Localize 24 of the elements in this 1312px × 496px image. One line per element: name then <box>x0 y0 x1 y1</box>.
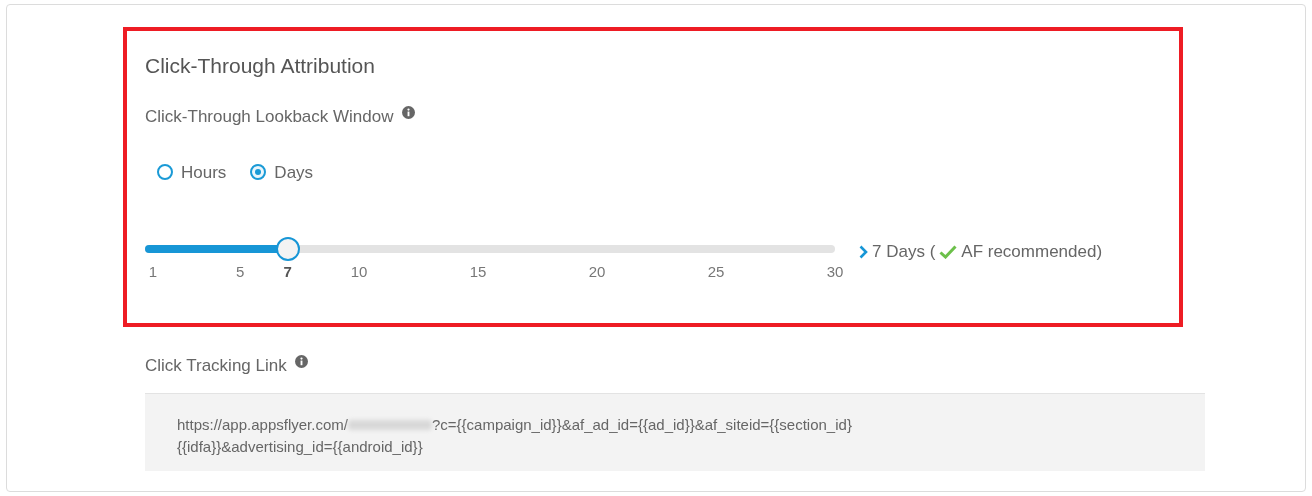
recommendation-note: AF recommended) <box>961 241 1103 263</box>
chevron-right-icon <box>859 244 868 259</box>
tick-label: 5 <box>236 262 245 282</box>
tick-label: 25 <box>707 262 725 282</box>
tick-label: 20 <box>588 262 606 282</box>
slider-thumb[interactable] <box>275 237 300 261</box>
tick-label: 7 <box>283 262 292 282</box>
link-text: ?c={{campaign_id}}&af_ad_id={{ad_id}}&af_siteid={{section_id} <box>431 414 852 435</box>
tracking-link-field[interactable]: https://app.appsflyer.com/ ?c={{campaign_id}}&af_ad_id={{ad_id}}&af_siteid={{section_id} {{idfa}}&advertising_id={{android_id}} <box>145 392 1205 471</box>
link-text: {{idfa}}&advertising_id={{android_id}} <box>177 437 423 455</box>
checkmark-icon <box>939 244 958 259</box>
link-text: https://app.appsflyer.com/ <box>177 414 348 435</box>
field-label: Click-Through Lookback Window <box>145 106 394 128</box>
info-icon[interactable] <box>294 355 308 369</box>
tick-label: 1 <box>148 262 158 282</box>
field-label: Click Tracking Link <box>145 355 287 377</box>
tick-label: 10 <box>350 262 368 282</box>
section-title: Click-Through Attribution <box>145 55 376 76</box>
radio-option[interactable]: Days <box>250 159 314 185</box>
info-icon[interactable] <box>401 106 415 120</box>
radio-option[interactable]: Hours <box>157 159 227 185</box>
tick-label: 30 <box>826 262 844 282</box>
tick-label: 15 <box>469 262 487 282</box>
slider-value: 7 Days ( <box>872 241 936 263</box>
